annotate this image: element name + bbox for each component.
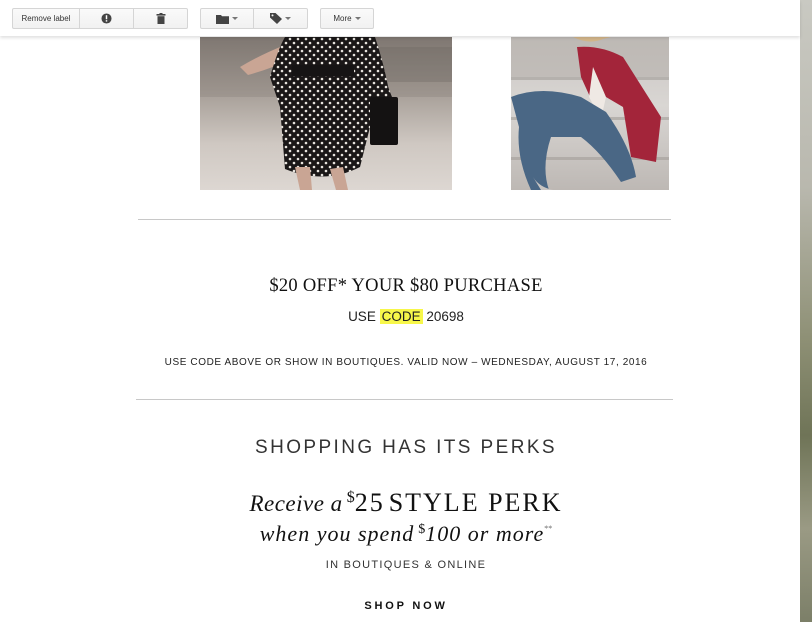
more-button-label: More bbox=[333, 14, 352, 23]
folder-icon bbox=[216, 14, 229, 24]
action-button-group: Remove label bbox=[12, 8, 188, 29]
code-number: 20698 bbox=[426, 309, 464, 324]
product-image-red-blazer[interactable] bbox=[511, 37, 669, 190]
validity-note: USE CODE ABOVE OR SHOW IN BOUTIQUES. VAL… bbox=[164, 357, 648, 368]
perks-heading: SHOPPING HAS ITS PERKS bbox=[255, 437, 557, 458]
labels-button[interactable] bbox=[254, 8, 308, 29]
red-blazer-illustration bbox=[511, 37, 669, 190]
code-highlight: CODE bbox=[379, 309, 423, 324]
perk-spend-amount: 100 or more bbox=[425, 521, 545, 546]
style-perk-headline: Receive a $25 STYLE PERK bbox=[0, 488, 812, 518]
move-to-button[interactable] bbox=[200, 8, 254, 29]
perk-asterisks: ** bbox=[544, 524, 553, 533]
code-prefix: USE bbox=[348, 309, 376, 324]
boutiques-online-text: IN BOUTIQUES & ONLINE bbox=[325, 559, 487, 571]
more-button-group: More bbox=[320, 8, 374, 29]
style-perk-condition: when you spend $100 or more** bbox=[0, 521, 812, 547]
more-button[interactable]: More bbox=[320, 8, 374, 29]
shop-now-link[interactable]: SHOP NOW bbox=[0, 600, 812, 612]
chevron-down-icon bbox=[232, 17, 238, 20]
remove-label-text: Remove label bbox=[21, 14, 71, 23]
mail-toolbar: Remove label More bbox=[0, 0, 800, 36]
chevron-down-icon bbox=[354, 17, 361, 20]
perk-amount: 25 bbox=[354, 488, 385, 517]
delete-button[interactable] bbox=[134, 8, 188, 29]
report-spam-button[interactable] bbox=[80, 8, 134, 29]
organize-button-group bbox=[200, 8, 308, 29]
polka-dress-illustration bbox=[200, 37, 452, 190]
perk-style-text: STYLE PERK bbox=[388, 488, 563, 517]
exclamation-circle-icon bbox=[101, 13, 112, 24]
perk-dollar-sign: $ bbox=[346, 489, 355, 506]
perk-when-text: when you spend bbox=[259, 521, 415, 546]
remove-label-button[interactable]: Remove label bbox=[12, 8, 80, 29]
tag-icon bbox=[270, 13, 282, 24]
product-image-polka-dress[interactable] bbox=[200, 37, 452, 190]
divider-top bbox=[138, 219, 671, 220]
promo-title: $20 OFF* YOUR $80 PURCHASE bbox=[269, 276, 543, 296]
perk-receive-text: Receive a bbox=[249, 491, 343, 516]
use-code-line: USE CODE 20698 bbox=[0, 309, 812, 324]
chevron-down-icon bbox=[285, 17, 291, 20]
trash-icon bbox=[156, 13, 165, 24]
divider-middle bbox=[136, 399, 673, 400]
